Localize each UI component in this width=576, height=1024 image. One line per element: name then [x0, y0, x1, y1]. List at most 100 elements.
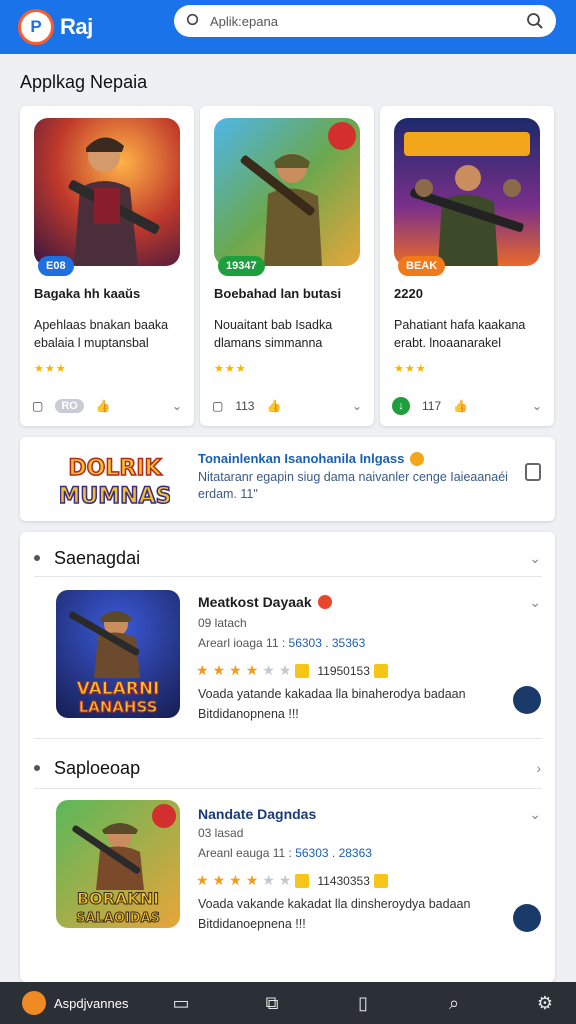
- star-icon: ★: [278, 872, 292, 888]
- like-icon[interactable]: 👍: [96, 399, 111, 413]
- game-artwork[interactable]: BORAKNI SALAOIDAS: [56, 800, 180, 928]
- card-badge: E08: [38, 256, 74, 276]
- coin-icon: [373, 873, 388, 888]
- card-description: Nouaitant bab Isadka dlamans simmanna: [214, 318, 333, 350]
- search-icon[interactable]: ⌕: [441, 993, 467, 1014]
- card-title: Boebahad lan butasi: [214, 286, 342, 301]
- card-description: Pahatiant hafa kaakana erabt. lnoaanarak…: [394, 318, 526, 350]
- app-card[interactable]: 19347 Boebahad lan butasi Nouaitant bab …: [200, 106, 374, 426]
- list-item-meta: Areanl eauga 11 : 56303 . 28363: [198, 846, 372, 860]
- promo-title: Tonainlenkan Isanohanila Inlgass: [198, 451, 425, 466]
- logo-mark-icon: P: [18, 9, 54, 45]
- card-count: 117: [422, 399, 442, 413]
- divider: [34, 576, 542, 577]
- card-badge: 19347: [218, 256, 265, 276]
- chevron-down-icon[interactable]: ⌄: [529, 806, 541, 823]
- devices-icon[interactable]: ▯: [350, 993, 376, 1014]
- coin-icon: [295, 873, 310, 888]
- like-icon[interactable]: 👍: [453, 399, 468, 413]
- list-item-note: Voada yatande kakadaa lla binaherodya ba…: [198, 687, 466, 721]
- app-card[interactable]: BEAK 2220 Pahatiant hafa kaakana erabt. …: [380, 106, 554, 426]
- promo-banner[interactable]: DOLRIK MUMNAS Tonainlenkan Isanohanila I…: [20, 437, 555, 521]
- group-label: Saenagdai: [54, 547, 141, 568]
- nav-home-label: Aspdjvannes: [54, 995, 129, 1011]
- rating-count: 11430353: [317, 873, 370, 888]
- star-icon: ★: [196, 662, 209, 678]
- art-title-line2: SALAOIDAS: [76, 911, 160, 926]
- promo-checkbox[interactable]: [525, 463, 541, 481]
- search-bar[interactable]: [174, 5, 556, 37]
- star-icon: ★: [262, 872, 275, 888]
- puzzle-icon[interactable]: ⧉: [259, 993, 285, 1014]
- card-description: Apehlaas bnakan baaka ebalaia l muptansb…: [34, 318, 169, 350]
- coin-icon: [295, 663, 310, 678]
- card-chip: RO: [55, 399, 84, 413]
- verified-icon: [317, 595, 332, 609]
- art-title-line1: VALARNI: [77, 679, 160, 699]
- home-icon: [22, 991, 46, 1015]
- promo-description: Nitataranr egapin siug dama naivanler ce…: [198, 470, 508, 501]
- chevron-right-icon[interactable]: ›: [536, 760, 541, 776]
- card-footer: ↓ 117 👍 ⌄: [392, 396, 542, 416]
- search-submit-icon[interactable]: [526, 12, 544, 30]
- chevron-down-icon[interactable]: ⌄: [172, 399, 182, 413]
- group-header[interactable]: Saploeoap ›: [20, 748, 555, 788]
- list-item-note: Voada vakande kakadat lla dinsheroydya b…: [198, 897, 471, 931]
- divider: [34, 788, 542, 789]
- app-logo[interactable]: P Raj: [18, 9, 93, 45]
- game-artwork: [34, 118, 180, 266]
- top-app-bar: P Raj: [0, 0, 576, 54]
- star-icon: ★: [229, 872, 242, 888]
- download-icon[interactable]: ↓: [392, 397, 410, 415]
- game-artwork[interactable]: VALARNI LANAHSS: [56, 590, 180, 718]
- game-artwork: [214, 118, 360, 266]
- avatar[interactable]: [513, 904, 541, 932]
- list-item-subtitle: 09 latach: [198, 616, 247, 630]
- star-icon: ★: [196, 872, 209, 888]
- chevron-down-icon[interactable]: ⌄: [529, 594, 541, 611]
- rating-row: ★ ★ ★ ★ ★ ★ 11430353: [196, 872, 388, 889]
- verified-icon: [410, 451, 425, 466]
- list-item-title[interactable]: Meatkost Dayaak: [198, 594, 332, 610]
- art-title-line2: LANAHSS: [79, 698, 158, 716]
- like-icon[interactable]: 👍: [266, 399, 281, 413]
- card-count: 113: [235, 399, 255, 413]
- list-item-meta: Arearl ioaga 11 : 56303 . 35363: [198, 636, 366, 650]
- bookmark-icon[interactable]: ▢: [32, 399, 43, 413]
- nav-home[interactable]: Aspdjvannes: [22, 991, 128, 1015]
- chevron-down-icon[interactable]: ⌄: [529, 550, 541, 567]
- bookmark-icon[interactable]: ▢: [212, 399, 223, 413]
- list-item-title[interactable]: Nandate Dagndas: [198, 806, 316, 822]
- rating-row: ★ ★ ★ ★ ★ ★ 11950153: [196, 662, 388, 679]
- group-label: Saploeoap: [54, 757, 141, 778]
- chevron-down-icon[interactable]: ⌄: [352, 399, 362, 413]
- avatar[interactable]: [513, 686, 541, 714]
- bottom-nav-bar: Aspdjvannes ▭ ⧉ ▯ ⌕ ⚙: [0, 982, 576, 1024]
- star-icon: ★: [229, 662, 242, 678]
- art-title-line1: BORAKNI: [77, 889, 159, 908]
- star-icon: ★: [245, 872, 259, 888]
- search-input[interactable]: [210, 13, 518, 29]
- logo-text: Raj: [60, 14, 93, 39]
- promo-logo-line1: DOLRIK: [68, 456, 162, 481]
- card-title: Bagaka hh kaaŭs: [34, 286, 141, 301]
- card-badge: BEAK: [398, 256, 446, 276]
- card-title: 2220: [394, 286, 423, 301]
- card-footer: ▢ 113 👍 ⌄: [212, 396, 362, 416]
- divider: [34, 738, 542, 739]
- rating-count: 11950153: [317, 663, 370, 678]
- chevron-down-icon[interactable]: ⌄: [532, 399, 542, 413]
- bullet-icon: [34, 555, 40, 561]
- star-icon: ★: [262, 662, 275, 678]
- star-icon: ★: [278, 662, 292, 678]
- chat-icon[interactable]: ▭: [168, 993, 194, 1014]
- star-icon: ★: [212, 662, 226, 678]
- app-card[interactable]: E08 Bagaka hh kaaŭs Apehlaas bnakan baak…: [20, 106, 194, 426]
- card-footer: ▢ RO 👍 ⌄: [32, 396, 182, 416]
- star-icon: ★: [212, 872, 226, 888]
- settings-icon[interactable]: ⚙: [532, 993, 558, 1014]
- group-header[interactable]: Saenagdai ⌄: [20, 538, 555, 578]
- coin-icon: [373, 663, 388, 678]
- list-item-subtitle: 03 lasad: [198, 826, 244, 840]
- game-artwork: [394, 118, 540, 266]
